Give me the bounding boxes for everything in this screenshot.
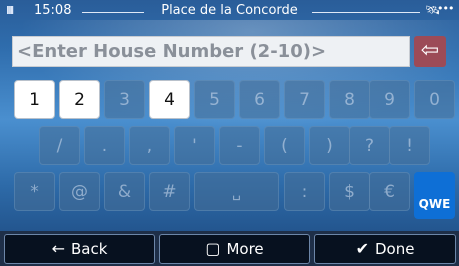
key-colon[interactable]: : <box>284 172 325 211</box>
done-label: Done <box>374 240 415 258</box>
key-exclamation[interactable]: ! <box>389 126 430 165</box>
more-button[interactable]: ▢ More <box>159 234 310 264</box>
back-button[interactable]: ← Back <box>4 234 155 264</box>
key-at[interactable]: @ <box>59 172 100 211</box>
key-4[interactable]: 4 <box>149 80 190 119</box>
menu-dots-icon[interactable]: ••• <box>437 2 454 15</box>
key-hyphen[interactable]: - <box>219 126 260 165</box>
key-ampersand[interactable]: & <box>104 172 145 211</box>
key-3[interactable]: 3 <box>104 80 145 119</box>
key-asterisk[interactable]: * <box>14 172 55 211</box>
checkmark-icon: ✔ <box>355 239 369 258</box>
status-bar: IIIII 15:08 Place de la Concorde 🛰 ••• <box>0 0 459 24</box>
key-1[interactable]: 1 <box>14 80 55 119</box>
key-period[interactable]: . <box>84 126 125 165</box>
key-comma[interactable]: , <box>129 126 170 165</box>
key-slash[interactable]: / <box>39 126 80 165</box>
key-euro[interactable]: € <box>369 172 410 211</box>
key-dollar[interactable]: $ <box>329 172 370 211</box>
key-6[interactable]: 6 <box>239 80 280 119</box>
keyboard-screen: IIIII 15:08 Place de la Concorde 🛰 ••• <… <box>0 0 459 266</box>
key-9[interactable]: 9 <box>369 80 410 119</box>
backspace-icon: ⇦ <box>420 38 440 63</box>
key-2[interactable]: 2 <box>59 80 100 119</box>
back-label: Back <box>70 240 108 258</box>
key-8[interactable]: 8 <box>329 80 370 119</box>
key-5[interactable]: 5 <box>194 80 235 119</box>
backspace-button[interactable]: ⇦ <box>414 36 446 67</box>
key-close-paren[interactable]: ) <box>309 126 350 165</box>
key-question[interactable]: ? <box>349 126 390 165</box>
more-label: More <box>226 240 264 258</box>
key-hash[interactable]: # <box>149 172 190 211</box>
layout-switch-button[interactable]: QWE <box>414 172 455 219</box>
back-arrow-icon: ← <box>51 239 65 258</box>
house-number-input[interactable]: <Enter House Number (2-10)> <box>12 36 410 67</box>
divider-right <box>312 12 420 13</box>
key-open-paren[interactable]: ( <box>264 126 305 165</box>
bottom-bar: ← Back ▢ More ✔ Done <box>0 231 459 266</box>
space-icon: ␣ <box>232 185 241 201</box>
key-apostrophe[interactable]: ' <box>174 126 215 165</box>
key-space[interactable]: ␣ <box>194 172 279 211</box>
key-0[interactable]: 0 <box>414 80 455 119</box>
more-icon: ▢ <box>205 239 221 258</box>
current-street: Place de la Concorde <box>161 3 298 18</box>
key-7[interactable]: 7 <box>284 80 325 119</box>
done-button[interactable]: ✔ Done <box>314 234 456 264</box>
